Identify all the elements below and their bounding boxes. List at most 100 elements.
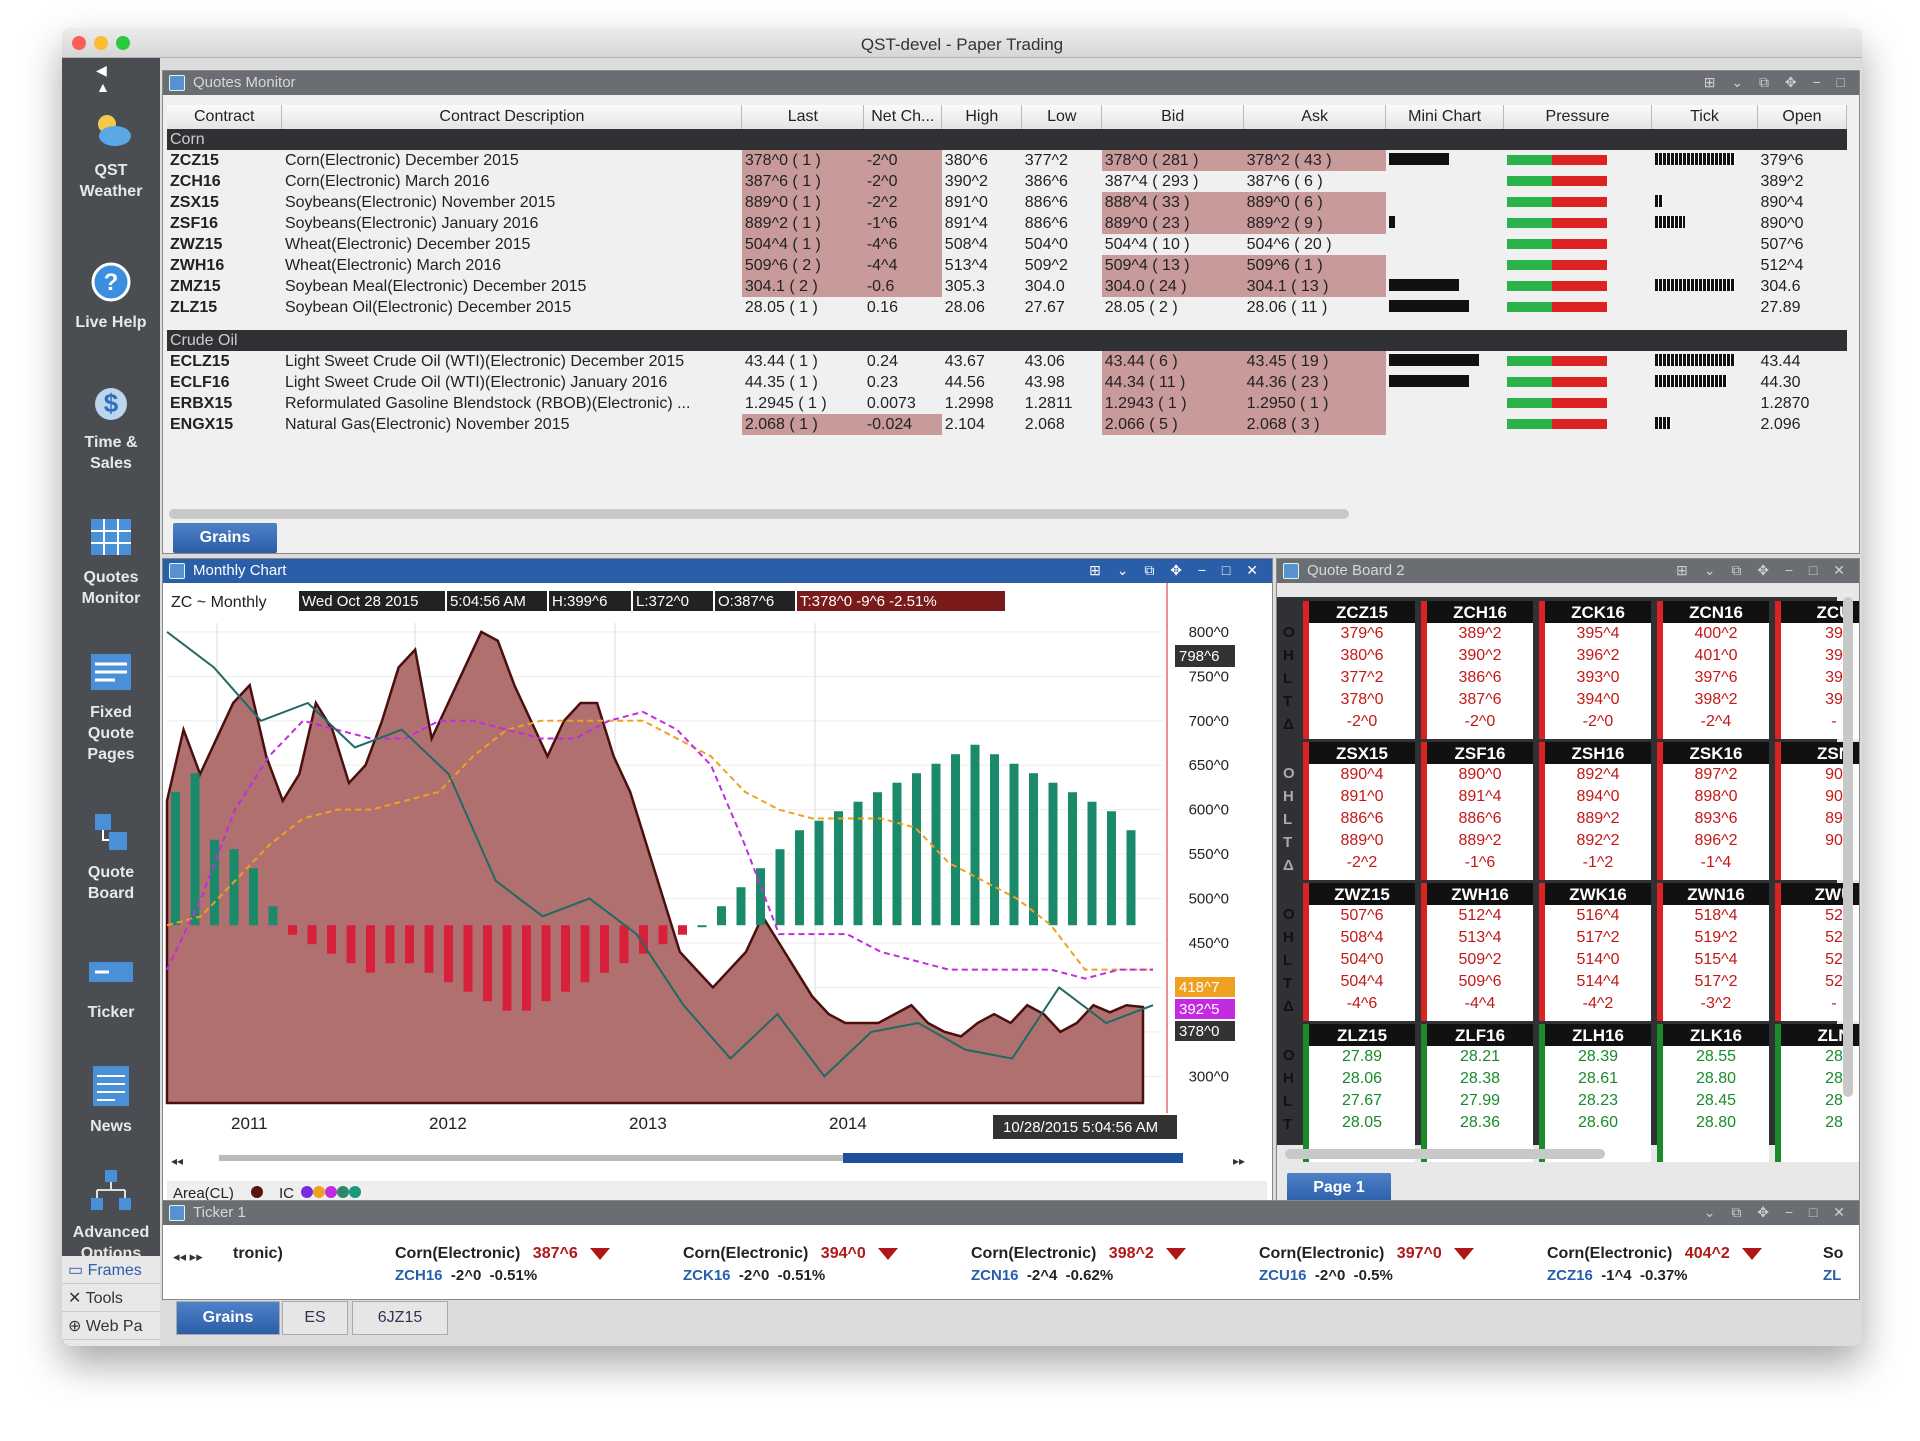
column-header[interactable]: Contract Description xyxy=(281,105,743,129)
quote-tile[interactable]: ZWN16 518^4 519^2 515^4 517^2 -3^2 xyxy=(1657,883,1769,1021)
low-cell: 304.0 xyxy=(1024,277,1065,295)
sidebar-item-label: Fixed Quote Pages xyxy=(87,704,135,763)
window-controls[interactable]: ⌄ ⧉ ✥ − □ ✕ xyxy=(1704,1204,1851,1221)
ticker-item[interactable]: Corn(Electronic) 387^6 xyxy=(395,1245,610,1263)
column-header[interactable]: Tick xyxy=(1651,105,1758,129)
quote-tile[interactable]: ZWK16 516^4 517^2 514^0 514^4 -4^2 xyxy=(1539,883,1651,1021)
sidebar-item-news[interactable]: News xyxy=(62,1062,160,1137)
pressure-bar xyxy=(1506,418,1607,429)
column-header[interactable]: Bid xyxy=(1101,105,1245,129)
quote-tile[interactable]: ZWZ15 507^6 508^4 504^0 504^4 -4^6 xyxy=(1303,883,1415,1021)
table-row[interactable]: ZCH16 Corn(Electronic) March 2016 387^6 ( … xyxy=(167,171,1847,192)
down-arrow-icon xyxy=(589,1247,610,1260)
quote-tile[interactable]: ZLK16 28.55 28.80 28.45 28.80 xyxy=(1657,1024,1769,1162)
grains-tab[interactable]: Grains xyxy=(173,523,277,553)
table-row[interactable]: ZSX15 Soybeans(Electronic) November 2015 8… xyxy=(167,192,1847,213)
scroll-thumb[interactable] xyxy=(843,1153,1183,1163)
window-controls[interactable]: ⊞ ⌄ ⧉ ✥ − □ ✕ xyxy=(1089,562,1264,579)
news-icon xyxy=(93,1066,129,1106)
tile-value: 397^6 xyxy=(1694,669,1738,686)
sidebar-item-quote-board[interactable]: Quote Board xyxy=(62,808,160,904)
bottom-tab-es[interactable]: ES xyxy=(282,1301,348,1335)
chart-canvas[interactable]: 800^0 750^0 700^0 650^0 600^0 550^0 500^0 450^0… xyxy=(163,583,1272,1226)
pressure-bar xyxy=(1506,355,1607,366)
column-header[interactable]: Contract xyxy=(167,105,283,129)
table-row[interactable]: ENGX15 Natural Gas(Electronic) November 2… xyxy=(167,414,1847,435)
low-cell: 43.98 xyxy=(1024,373,1065,391)
window-controls[interactable]: ⊞ ⌄ ⧉ ✥ − □ xyxy=(1704,74,1851,91)
column-header[interactable]: Net Ch... xyxy=(863,105,943,129)
quote-tile[interactable]: ZCK16 395^4 396^2 393^0 394^0 -2^0 xyxy=(1539,601,1651,739)
page-1-tab[interactable]: Page 1 xyxy=(1287,1173,1391,1203)
table-row[interactable]: ZMZ15 Soybean Meal(Electronic) December 2… xyxy=(167,276,1847,297)
sidebar-item-advanced-options[interactable]: Advanced Options xyxy=(62,1168,160,1264)
frames-menu-item[interactable]: ▭ Frames xyxy=(62,1256,160,1284)
column-header[interactable]: Pressure xyxy=(1503,105,1652,129)
table-row[interactable]: ZCZ15 Corn(Electronic) December 2015 378^0… xyxy=(167,150,1847,171)
ticker-item[interactable]: Corn(Electronic) 398^2 xyxy=(971,1245,1186,1263)
description-cell: Soybean Meal(Electronic) December 2015 xyxy=(284,277,587,295)
sidebar-item-fixed-quote-pages[interactable]: Fixed Quote Pages xyxy=(62,648,160,765)
group-header-row[interactable]: Corn xyxy=(167,129,1847,150)
bid-cell: 888^4 ( 33 ) xyxy=(1101,192,1244,213)
quote-tile[interactable]: ZLF16 28.21 28.38 27.99 28.36 xyxy=(1421,1024,1533,1162)
quote-tile[interactable]: ZSH16 892^4 894^0 889^2 892^2 -1^2 xyxy=(1539,742,1651,880)
quote-tile[interactable]: ZLZ15 27.89 28.06 27.67 28.05 xyxy=(1303,1024,1415,1162)
column-header[interactable]: Open xyxy=(1757,105,1848,129)
column-header[interactable]: High xyxy=(941,105,1023,129)
oscillator-bar xyxy=(346,925,356,964)
sidebar-item-time-sales[interactable]: $ Time & Sales xyxy=(62,378,160,474)
ticker-item[interactable]: Corn(Electronic) 394^0 xyxy=(683,1245,898,1263)
oscillator-bar xyxy=(249,868,258,926)
quote-tile[interactable]: ZSF16 890^0 891^4 886^6 889^2 -1^6 xyxy=(1421,742,1533,880)
quote-tile[interactable]: ZSX15 890^4 891^0 886^6 889^0 -2^2 xyxy=(1303,742,1415,880)
column-header[interactable]: Low xyxy=(1021,105,1103,129)
low-cell: 509^2 xyxy=(1024,256,1068,274)
sidebar-item-weather[interactable]: QST Weather xyxy=(62,106,160,202)
bottom-tab-6jz15[interactable]: 6JZ15 xyxy=(352,1301,448,1335)
table-row[interactable]: ZWZ15 Wheat(Electronic) December 2015 504^… xyxy=(167,234,1847,255)
table-row[interactable]: ZWH16 Wheat(Electronic) March 2016 509^6 (… xyxy=(167,255,1847,276)
vertical-scrollbar[interactable] xyxy=(1843,597,1853,1097)
scroll-last-icon[interactable]: ▸▸ xyxy=(1233,1154,1245,1168)
column-header[interactable]: Ask xyxy=(1243,105,1387,129)
low-cell: 27.67 xyxy=(1024,298,1065,316)
table-row[interactable]: ZSF16 Soybeans(Electronic) January 2016 88… xyxy=(167,213,1847,234)
scroll-first-icon[interactable]: ◂◂ xyxy=(171,1154,183,1168)
oscillator-bar xyxy=(522,925,531,1011)
ticker-item[interactable]: Corn(Electronic) 404^2 xyxy=(1547,1245,1762,1263)
tile-symbol: ZCN16 xyxy=(1663,601,1769,623)
mini-chart-bar xyxy=(1388,278,1459,291)
tools-menu-item[interactable]: ✕ Tools xyxy=(62,1284,160,1312)
sidebar-item-quotes-monitor[interactable]: Quotes Monitor xyxy=(62,513,160,609)
quote-tile[interactable]: ZCN16 400^2 401^0 397^6 398^2 -2^4 xyxy=(1657,601,1769,739)
sidebar-item-live-help[interactable]: ? Live Help xyxy=(62,258,160,333)
ticker-item-symbol: ZCK16 xyxy=(683,1267,731,1284)
table-row[interactable]: ERBX15 Reformulated Gasoline Blendstock (… xyxy=(167,393,1847,414)
bottom-tab-grains[interactable]: Grains xyxy=(176,1301,280,1335)
quote-tile[interactable]: ZWH16 512^4 513^4 509^2 509^6 -4^4 xyxy=(1421,883,1533,1021)
table-row[interactable]: ECLF16 Light Sweet Crude Oil (WTI)(Electr… xyxy=(167,372,1847,393)
ticker-controls-icon[interactable]: ◂◂ ▸▸ xyxy=(173,1249,203,1265)
sidebar-item-ticker[interactable]: Ticker xyxy=(62,948,160,1023)
column-header[interactable]: Mini Chart xyxy=(1385,105,1505,129)
window-controls[interactable]: ⊞ ⌄ ⧉ ✥ − □ ✕ xyxy=(1676,562,1851,579)
group-header-row[interactable]: Crude Oil xyxy=(167,330,1847,351)
oscillator-bar xyxy=(366,925,375,973)
sidebar-scroll-up-icon[interactable]: ◀ ▲ xyxy=(96,62,110,95)
quote-tile[interactable]: ZSK16 897^2 898^0 893^6 896^2 -1^4 xyxy=(1657,742,1769,880)
ticker-item-name: Corn(Electronic) xyxy=(1259,1245,1385,1262)
ohlc-label: O xyxy=(1283,624,1295,641)
horizontal-scrollbar[interactable] xyxy=(1285,1149,1605,1159)
column-header[interactable]: Last xyxy=(741,105,865,129)
quote-tile[interactable]: ZCH16 389^2 390^2 386^6 387^6 -2^0 xyxy=(1421,601,1533,739)
quote-tile[interactable]: ZLH16 28.39 28.61 28.23 28.60 xyxy=(1539,1024,1651,1162)
ohlc-label: T xyxy=(1283,975,1293,992)
horizontal-scrollbar[interactable] xyxy=(169,509,1349,519)
ticker-item[interactable]: Corn(Electronic) 397^0 xyxy=(1259,1245,1474,1263)
tile-value: 504^0 xyxy=(1340,951,1384,968)
table-row[interactable]: ZLZ15 Soybean Oil(Electronic) December 20… xyxy=(167,297,1847,318)
table-row[interactable]: ECLZ15 Light Sweet Crude Oil (WTI)(Electr… xyxy=(167,351,1847,372)
web-pages-menu-item[interactable]: ⊕ Web Pa xyxy=(62,1312,160,1340)
quote-tile[interactable]: ZCZ15 379^6 380^6 377^2 378^0 -2^0 xyxy=(1303,601,1415,739)
